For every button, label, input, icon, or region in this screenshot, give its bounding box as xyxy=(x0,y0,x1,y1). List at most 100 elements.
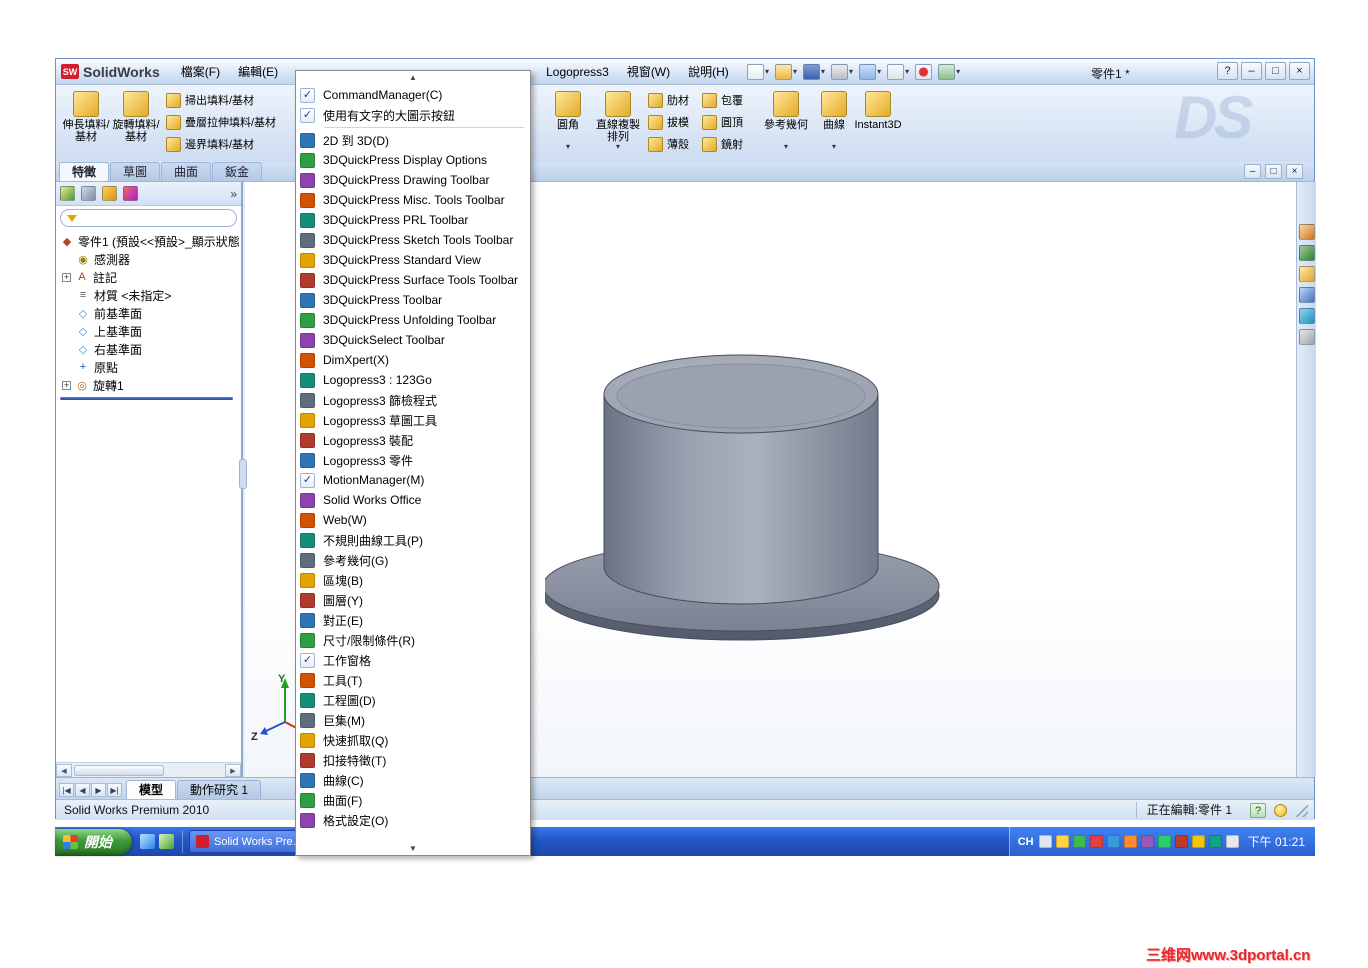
tray-icon[interactable] xyxy=(1106,835,1120,848)
help-button[interactable]: ? xyxy=(1217,62,1238,80)
tray-icon[interactable] xyxy=(1157,835,1171,848)
tree-item[interactable]: ◇ 右基準面 xyxy=(56,340,241,358)
cm-button[interactable]: 曲線 ▾ xyxy=(810,89,858,157)
menu-item-toolbars[interactable]: 對正(E) xyxy=(296,610,530,630)
quick-launch-icon[interactable] xyxy=(140,834,155,849)
menu-item-toolbars[interactable]: 區塊(B) xyxy=(296,570,530,590)
cm-button[interactable]: Instant3D xyxy=(854,89,902,157)
toolbar-button[interactable]: ▾ xyxy=(746,61,770,82)
cm-button-small[interactable]: 疊層拉伸填料/基材 xyxy=(166,112,306,132)
tab-scroll-button[interactable]: |◀ xyxy=(59,783,74,797)
cm-button-small[interactable]: 圓頂 xyxy=(702,112,754,132)
cm-button[interactable]: 伸長填料/基材 xyxy=(62,89,110,157)
appearances-icon[interactable] xyxy=(1298,308,1315,324)
quick-launch-icon[interactable] xyxy=(159,834,174,849)
tree-item[interactable]: ≡ 材質 <未指定> xyxy=(56,286,241,304)
tray-icon[interactable] xyxy=(1123,835,1137,848)
doc-minimize-button[interactable]: – xyxy=(1244,164,1261,179)
design-library-icon[interactable] xyxy=(1298,245,1315,261)
tray-icon[interactable] xyxy=(1208,835,1222,848)
cm-button-small[interactable]: 薄殼 xyxy=(648,134,700,154)
status-help-icon[interactable]: ? xyxy=(1250,802,1266,818)
menubar-item[interactable]: 編輯(E) xyxy=(229,62,287,82)
keyboard-icon[interactable] xyxy=(1038,835,1052,848)
restore-button[interactable]: □ xyxy=(1265,62,1286,80)
cm-button-small[interactable]: 掃出填料/基材 xyxy=(166,90,306,110)
menu-item-toolbars[interactable]: 參考幾何(G) xyxy=(296,550,530,570)
toolbar-button[interactable]: ▾ xyxy=(802,61,826,82)
menu-scroll-up-icon[interactable]: ▲ xyxy=(296,71,530,84)
panel-chevron-icon[interactable]: » xyxy=(230,187,237,201)
bottom-tab[interactable]: 動作研究 1 xyxy=(177,780,262,799)
scrollbar-thumb[interactable] xyxy=(74,764,164,776)
doc-close-button[interactable]: × xyxy=(1286,164,1303,179)
menu-item-toolbars[interactable]: 3DQuickSelect Toolbar xyxy=(296,330,530,350)
menu-item-toolbars[interactable]: ✓ 工作窗格 xyxy=(296,650,530,670)
cm-button[interactable]: 旋轉填料/基材 xyxy=(112,89,160,157)
panel-horizontal-scrollbar[interactable]: ◀ ▶ xyxy=(56,762,241,777)
tree-item[interactable]: + A 註記 xyxy=(56,268,241,286)
menu-item-toolbars[interactable]: ✓ MotionManager(M) xyxy=(296,470,530,490)
menu-item-toolbars[interactable]: 3DQuickPress Sketch Tools Toolbar xyxy=(296,230,530,250)
menu-item-toolbars[interactable]: 3DQuickPress Unfolding Toolbar xyxy=(296,310,530,330)
menu-item-toolbars[interactable]: Logopress3 篩檢程式 xyxy=(296,390,530,410)
cm-button-small[interactable]: 鏡射 xyxy=(702,134,754,154)
menu-item-toolbars[interactable]: 巨集(M) xyxy=(296,710,530,730)
menu-item-toolbars[interactable]: 扣接特徵(T) xyxy=(296,750,530,770)
menu-item-toolbars[interactable]: 不規則曲線工具(P) xyxy=(296,530,530,550)
rollback-bar[interactable] xyxy=(60,397,233,400)
view-palette-icon[interactable] xyxy=(1298,287,1315,303)
tab-scroll-button[interactable]: ◀ xyxy=(75,783,90,797)
tree-item[interactable]: ◉ 感測器 xyxy=(56,250,241,268)
menu-item-toolbars[interactable]: ✓ 使用有文字的大圖示按鈕 xyxy=(296,105,530,125)
hat-top-face[interactable] xyxy=(616,363,866,429)
minimize-button[interactable]: – xyxy=(1241,62,1262,80)
tray-icon[interactable] xyxy=(1072,835,1086,848)
cm-button[interactable]: 直線複製排列 ▾ xyxy=(594,89,642,157)
tray-icon[interactable] xyxy=(1140,835,1154,848)
expand-icon[interactable]: + xyxy=(62,272,71,282)
solidworks-resources-icon[interactable] xyxy=(1298,224,1315,240)
menu-item-toolbars[interactable]: 工程圖(D) xyxy=(296,690,530,710)
menu-item-toolbars[interactable]: Solid Works Office xyxy=(296,490,530,510)
3d-model-top-hat[interactable] xyxy=(545,352,945,644)
cm-button-small[interactable]: 邊界填料/基材 xyxy=(166,134,306,154)
tree-item[interactable]: + ◎ 旋轉1 xyxy=(56,376,241,394)
menu-item-toolbars[interactable]: 快速抓取(Q) xyxy=(296,730,530,750)
toolbar-button[interactable]: ▾ xyxy=(830,61,854,82)
scroll-right-button[interactable]: ▶ xyxy=(225,763,241,777)
menu-item-toolbars[interactable]: 工具(T) xyxy=(296,670,530,690)
command-tab[interactable]: 草圖 xyxy=(110,162,161,181)
custom-properties-icon[interactable] xyxy=(1298,329,1315,345)
menu-item-toolbars[interactable]: 3DQuickPress Toolbar xyxy=(296,290,530,310)
menu-item-toolbars[interactable]: Web(W) xyxy=(296,510,530,530)
command-tab[interactable]: 曲面 xyxy=(161,162,212,181)
tab-scroll-button[interactable]: ▶ xyxy=(91,783,106,797)
command-tab[interactable]: 特徵 xyxy=(59,162,110,181)
feature-manager-tree-icon[interactable] xyxy=(60,186,75,201)
toolbar-button[interactable] xyxy=(914,61,933,82)
menubar-item[interactable]: Logopress3 xyxy=(537,62,618,82)
menu-item-toolbars[interactable]: 3DQuickPress Standard View xyxy=(296,250,530,270)
bottom-tab[interactable]: 模型 xyxy=(126,780,177,799)
menubar-item[interactable]: 視窗(W) xyxy=(618,62,679,82)
tree-item[interactable]: ◆ 零件1 (預設<<預設>_顯示狀態 xyxy=(56,232,241,250)
menu-item-toolbars[interactable]: Logopress3 零件 xyxy=(296,450,530,470)
tray-icon[interactable] xyxy=(1174,835,1188,848)
menu-item-toolbars[interactable]: 3DQuickPress Drawing Toolbar xyxy=(296,170,530,190)
resize-grip[interactable] xyxy=(1295,803,1308,817)
menu-item-toolbars[interactable]: Logopress3 裝配 xyxy=(296,430,530,450)
configuration-manager-icon[interactable] xyxy=(102,186,117,201)
tray-icon[interactable] xyxy=(1225,835,1239,848)
property-manager-icon[interactable] xyxy=(81,186,96,201)
expand-icon[interactable]: + xyxy=(62,380,71,390)
toolbar-button[interactable]: ▾ xyxy=(858,61,882,82)
menu-scroll-down-icon[interactable]: ▼ xyxy=(296,842,530,855)
clock[interactable]: 下午 01:21 xyxy=(1248,833,1305,850)
menu-item-toolbars[interactable]: Logopress3 草圖工具 xyxy=(296,410,530,430)
menu-item-toolbars[interactable]: 曲面(F) xyxy=(296,790,530,810)
help-icon[interactable] xyxy=(1055,835,1069,848)
dimxpert-manager-icon[interactable] xyxy=(123,186,138,201)
menu-item-toolbars[interactable]: 曲線(C) xyxy=(296,770,530,790)
start-button[interactable]: 開始 xyxy=(55,828,132,855)
